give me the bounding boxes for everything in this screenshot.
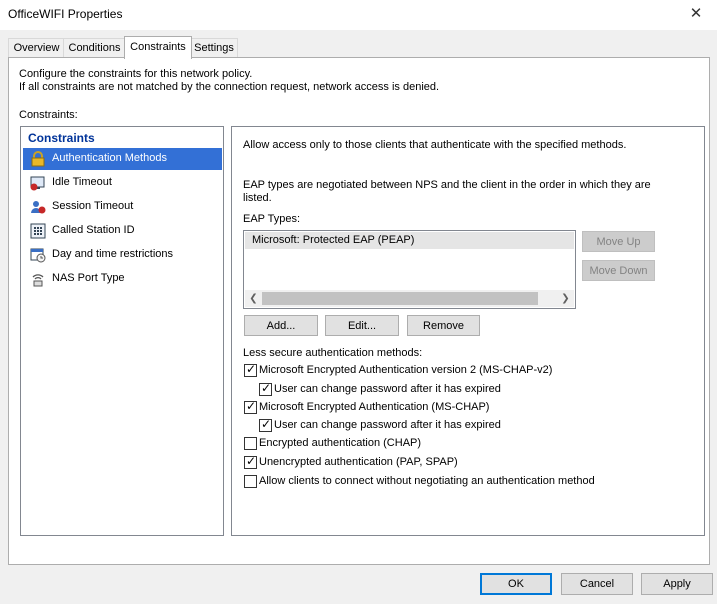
eap-note-line-1: EAP types are negotiated between NPS and… [243,179,651,191]
checkbox-label: Microsoft Encrypted Authentication versi… [259,364,553,376]
eap-note-line-2: listed. [243,192,272,204]
checkbox-label: Encrypted authentication (CHAP) [259,437,422,449]
check-icon: ✓ [261,381,272,395]
allow-access-text: Allow access only to those clients that … [243,139,627,151]
tree-item-label: Authentication Methods [52,152,167,164]
tab-overview[interactable]: Overview [8,38,65,58]
checkbox-chap[interactable] [244,437,257,450]
intro-line-2: If all constraints are not matched by th… [19,81,440,93]
checkbox-label: User can change password after it has ex… [274,419,501,431]
checkbox-mschap-change-password[interactable]: ✓ [259,417,272,432]
checkbox-mschapv2[interactable]: ✓ [244,362,257,377]
tree-item-day-and-time[interactable]: Day and time restrictions [23,244,222,266]
cancel-button[interactable]: Cancel [561,573,633,595]
checkbox-pap-spap[interactable]: ✓ [244,454,257,469]
checkbox-label: Allow clients to connect without negotia… [259,475,595,487]
tree-item-label: Idle Timeout [52,176,112,188]
idle-timeout-icon [30,175,46,191]
ok-button[interactable]: OK [480,573,552,595]
intro-line-1: Configure the constraints for this netwo… [19,68,253,80]
check-icon: ✓ [246,399,257,413]
checkbox-label: User can change password after it has ex… [274,383,501,395]
eap-types-list[interactable]: Microsoft: Protected EAP (PEAP) ❮ ❯ [243,230,576,309]
tree-item-authentication-methods[interactable]: Authentication Methods [23,148,222,170]
tab-settings[interactable]: Settings [190,38,238,58]
remove-button[interactable]: Remove [407,315,480,336]
check-icon: ✓ [246,362,257,376]
scrollbar-thumb[interactable] [262,292,538,305]
checkbox-label: Unencrypted authentication (PAP, SPAP) [259,456,458,468]
check-icon: ✓ [246,454,257,468]
edit-button[interactable]: Edit... [325,315,399,336]
chevron-right-icon[interactable]: ❯ [557,290,574,307]
lock-icon [30,151,46,167]
tree-item-label: NAS Port Type [52,272,125,284]
checkbox-mschap[interactable]: ✓ [244,399,257,414]
tree-item-label: Called Station ID [52,224,135,236]
session-timeout-icon [30,199,46,215]
horizontal-scrollbar[interactable]: ❮ ❯ [245,290,574,307]
chevron-left-icon[interactable]: ❮ [245,290,262,307]
tab-conditions[interactable]: Conditions [63,38,126,58]
apply-button[interactable]: Apply [641,573,713,595]
close-icon[interactable]: ✕ [685,3,707,25]
window-title: OfficeWIFI Properties [8,7,123,21]
nas-port-icon [30,271,46,287]
tree-item-nas-port-type[interactable]: NAS Port Type [23,268,222,290]
tree-item-called-station-id[interactable]: Called Station ID [23,220,222,242]
move-up-button[interactable]: Move Up [582,231,655,252]
checkbox-unauthenticated[interactable] [244,475,257,488]
tab-constraints[interactable]: Constraints [124,36,192,59]
move-down-button[interactable]: Move Down [582,260,655,281]
eap-types-label: EAP Types: [243,213,301,225]
tree-item-idle-timeout[interactable]: Idle Timeout [23,172,222,194]
add-button[interactable]: Add... [244,315,318,336]
calendar-icon [30,247,46,263]
tree-item-label: Day and time restrictions [52,248,174,260]
called-station-icon [30,223,46,239]
checkbox-label: Microsoft Encrypted Authentication (MS-C… [259,401,490,413]
less-secure-label: Less secure authentication methods: [243,347,423,359]
tree-item-session-timeout[interactable]: Session Timeout [23,196,222,218]
list-item[interactable]: Microsoft: Protected EAP (PEAP) [245,232,574,249]
check-icon: ✓ [261,417,272,431]
checkbox-mschapv2-change-password[interactable]: ✓ [259,381,272,396]
tree-item-label: Session Timeout [52,200,134,212]
constraints-label: Constraints: [19,109,78,121]
eap-type-label: Microsoft: Protected EAP (PEAP) [252,234,415,246]
tree-root-constraints: Constraints [28,131,95,145]
